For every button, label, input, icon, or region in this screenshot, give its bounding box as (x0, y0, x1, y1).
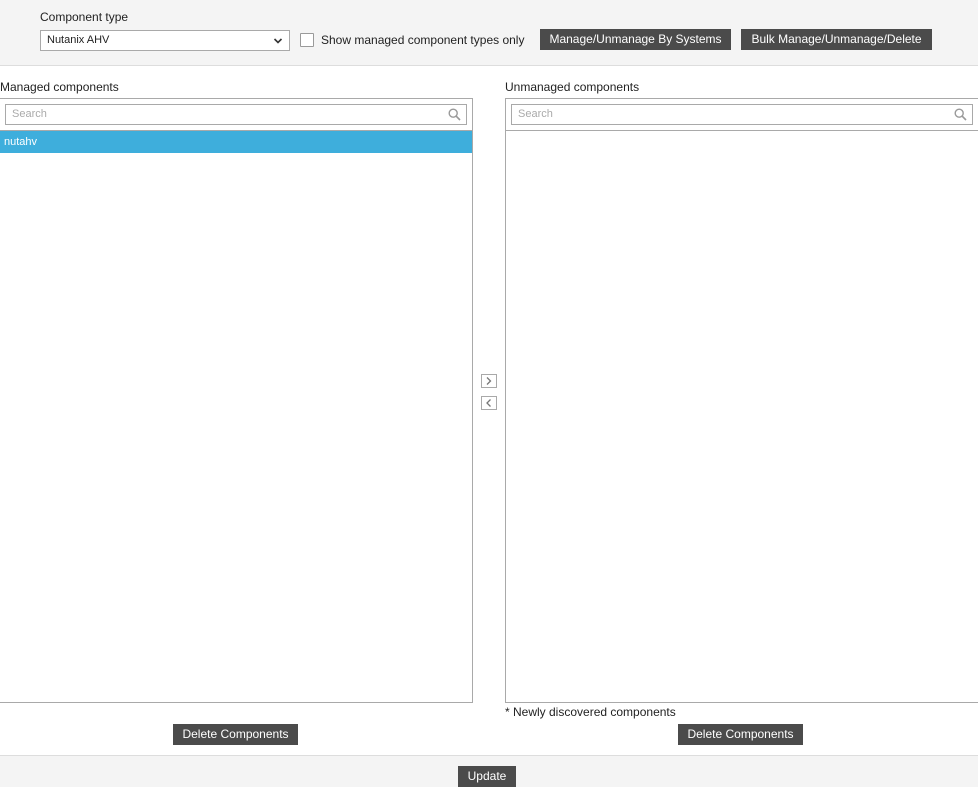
manage-by-systems-button[interactable]: Manage/Unmanage By Systems (540, 29, 731, 50)
bulk-manage-button[interactable]: Bulk Manage/Unmanage/Delete (741, 29, 932, 50)
show-managed-checkbox[interactable] (300, 33, 314, 47)
delete-managed-components-button[interactable]: Delete Components (173, 724, 298, 745)
chevron-down-icon (273, 31, 283, 50)
component-type-select[interactable]: Nutanix AHV (40, 30, 290, 51)
managed-search-bar: Search (0, 99, 472, 131)
update-button[interactable]: Update (458, 766, 516, 787)
move-left-button[interactable] (481, 396, 497, 410)
delete-unmanaged-components-button[interactable]: Delete Components (678, 724, 803, 745)
managed-components-title: Managed components (0, 80, 119, 94)
unmanaged-search-input[interactable]: Search (511, 104, 973, 125)
unmanaged-components-title: Unmanaged components (505, 80, 640, 94)
footer-bar: Update (0, 755, 978, 787)
unmanaged-search-bar: Search (506, 99, 978, 131)
show-managed-label: Show managed component types only (321, 33, 525, 47)
chevron-right-icon (482, 376, 496, 390)
managed-search-placeholder: Search (12, 108, 47, 120)
search-icon (954, 108, 967, 121)
unmanaged-components-list: Search (505, 98, 978, 703)
move-right-button[interactable] (481, 374, 497, 388)
list-item[interactable]: nutahv (0, 131, 472, 153)
unmanaged-search-placeholder: Search (518, 108, 553, 120)
managed-components-list: Search nutahv (0, 98, 473, 703)
component-type-value: Nutanix AHV (47, 34, 110, 46)
component-type-toolbar: Component type Nutanix AHV Show managed … (0, 0, 978, 66)
newly-discovered-note: * Newly discovered components (505, 705, 676, 719)
component-type-label: Component type (40, 10, 129, 24)
chevron-left-icon (482, 398, 496, 412)
managed-search-input[interactable]: Search (5, 104, 467, 125)
search-icon (448, 108, 461, 121)
